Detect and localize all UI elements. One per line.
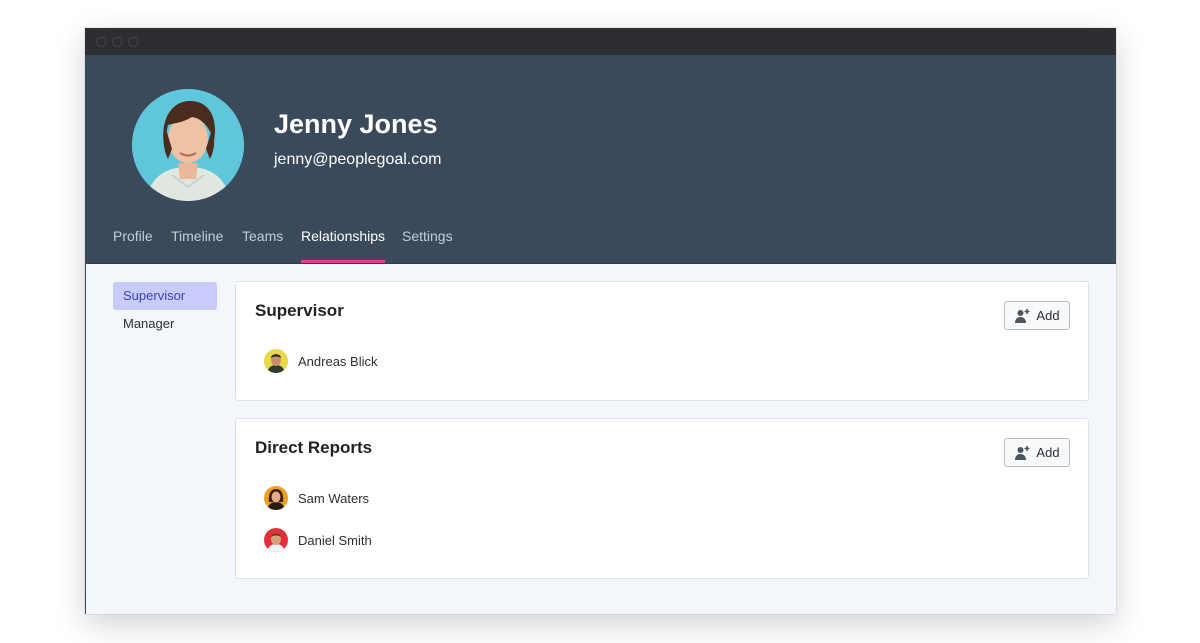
close-window-button[interactable]	[96, 37, 106, 47]
profile-name: Jenny Jones	[274, 109, 438, 139]
person-name: Daniel Smith	[298, 532, 372, 548]
supervisor-card: Supervisor Add Andreas Blick	[235, 281, 1089, 401]
tab-label: Teams	[242, 228, 284, 244]
card-title: Supervisor	[255, 301, 344, 320]
list-item[interactable]: Sam Waters	[264, 486, 369, 510]
sidebar-item-manager[interactable]: Manager	[113, 310, 217, 338]
list-item[interactable]: Andreas Blick	[264, 349, 377, 373]
avatar	[264, 528, 288, 552]
maximize-window-button[interactable]	[128, 37, 138, 47]
add-supervisor-button[interactable]: Add	[1004, 301, 1070, 330]
sidebar-item-supervisor[interactable]: Supervisor	[113, 282, 217, 310]
add-user-icon	[1015, 445, 1030, 460]
profile-email: jenny@peoplegoal.com	[274, 151, 442, 168]
tab-settings[interactable]: Settings	[402, 221, 453, 263]
app-window: Jenny Jones jenny@peoplegoal.com Profile…	[85, 28, 1116, 614]
profile-avatar	[132, 89, 244, 201]
tab-label: Profile	[113, 228, 153, 244]
tab-label: Settings	[402, 228, 453, 244]
tab-timeline[interactable]: Timeline	[171, 221, 223, 263]
add-direct-report-button[interactable]: Add	[1004, 438, 1070, 467]
active-tab-indicator	[301, 260, 386, 263]
relationship-sidebar: Supervisor Manager	[113, 282, 217, 338]
person-name: Sam Waters	[298, 490, 370, 506]
avatar	[264, 486, 288, 510]
add-button-label: Add	[1036, 308, 1060, 323]
tab-profile[interactable]: Profile	[113, 221, 153, 263]
tab-label: Timeline	[171, 228, 224, 244]
profile-header: Jenny Jones jenny@peoplegoal.com Profile…	[85, 55, 1116, 264]
minimize-window-button[interactable]	[112, 37, 122, 47]
window-edge	[85, 263, 86, 614]
tab-label: Relationships	[301, 228, 386, 244]
avatar	[264, 349, 288, 373]
tab-relationships[interactable]: Relationships	[301, 221, 386, 263]
title-bar	[85, 28, 1116, 55]
add-user-icon	[1015, 308, 1030, 323]
tab-teams[interactable]: Teams	[242, 221, 283, 263]
card-title: Direct Reports	[255, 438, 373, 457]
person-name: Andreas Blick	[298, 353, 378, 369]
add-button-label: Add	[1036, 445, 1060, 460]
direct-reports-card: Direct Reports Add Sam Waters Daniel Smi…	[235, 418, 1089, 579]
list-item[interactable]: Daniel Smith	[264, 528, 372, 552]
